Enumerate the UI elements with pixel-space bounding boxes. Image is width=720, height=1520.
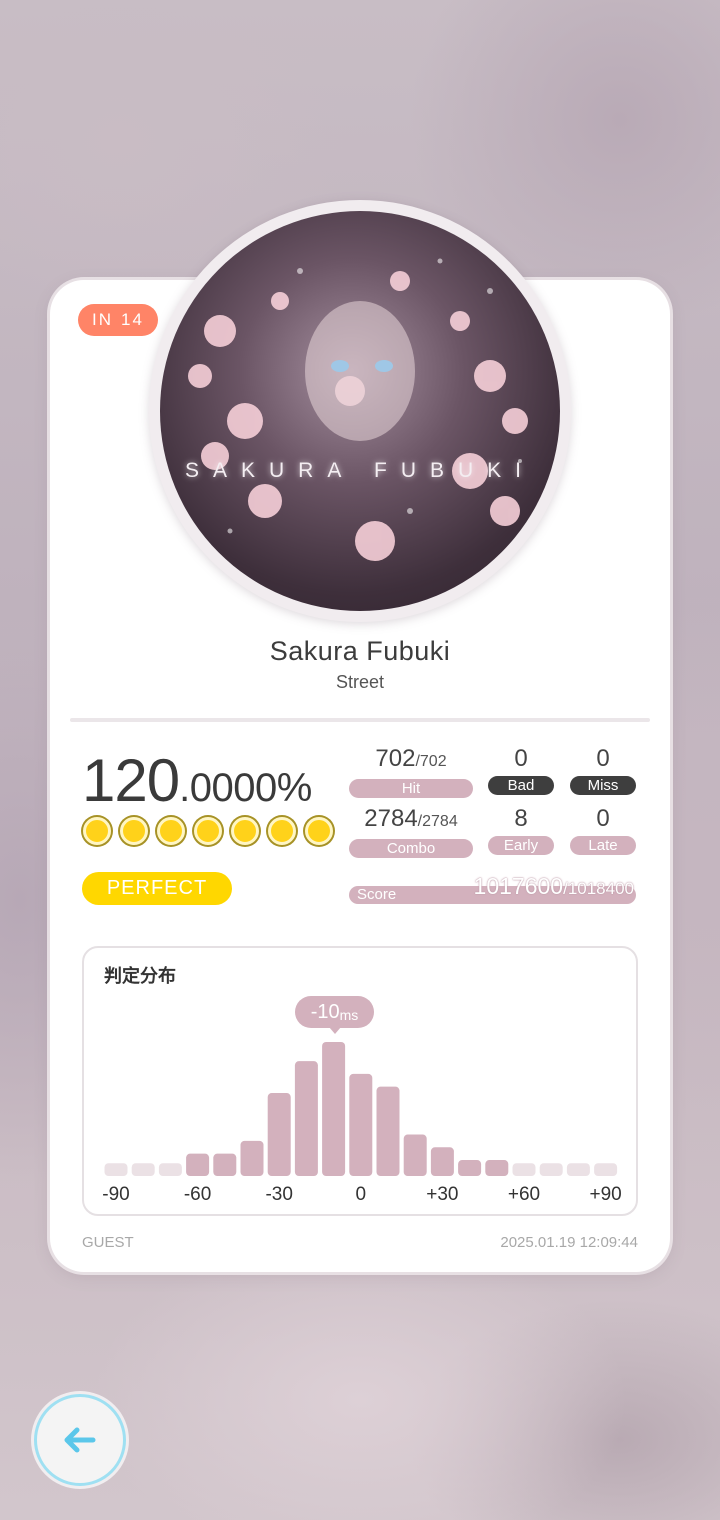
divider xyxy=(70,718,650,722)
x-tick-label: +60 xyxy=(507,1184,541,1205)
early-label: Early xyxy=(488,836,554,855)
arrow-left-icon xyxy=(64,1427,96,1453)
cover-illustration xyxy=(188,258,528,561)
hit-value: 702 xyxy=(375,745,416,772)
combo-total: /2784 xyxy=(417,813,458,830)
histogram-bar xyxy=(322,1042,346,1176)
grade-dot xyxy=(305,817,333,845)
score-max: /1018400 xyxy=(563,879,634,898)
stat-bad: 0 Bad xyxy=(488,745,554,795)
miss-label: Miss xyxy=(570,776,636,795)
hit-label: Hit xyxy=(349,779,473,798)
miss-value: 0 xyxy=(596,745,610,772)
hit-total: /702 xyxy=(415,753,447,770)
histogram-bar xyxy=(458,1160,482,1176)
cover-art-frame: SAKURA FUBUKI xyxy=(149,200,571,622)
player-name: GUEST xyxy=(82,1234,134,1251)
stat-early: 8 Early xyxy=(488,805,554,855)
histogram-bar xyxy=(376,1086,400,1176)
stat-hit: 702/702 Hit xyxy=(349,745,473,798)
late-label: Late xyxy=(570,836,636,855)
histogram-bar xyxy=(403,1134,427,1176)
combo-label: Combo xyxy=(349,839,473,858)
histogram-bar xyxy=(294,1061,318,1176)
grade-dot xyxy=(194,817,222,845)
histogram-bar xyxy=(349,1073,373,1176)
x-tick-label: -30 xyxy=(265,1184,293,1205)
stat-late: 0 Late xyxy=(570,805,636,855)
peak-offset-unit: ms xyxy=(339,1006,359,1023)
score-current: 1017600 xyxy=(473,873,564,899)
distribution-chart xyxy=(104,1042,618,1176)
histogram-bar xyxy=(539,1163,563,1176)
histogram-bar xyxy=(594,1163,618,1176)
grade-badge: PERFECT xyxy=(82,872,232,905)
grade-dots xyxy=(83,817,333,845)
stat-combo: 2784/2784 Combo xyxy=(349,805,473,858)
histogram-bar xyxy=(158,1163,182,1176)
histogram-bar xyxy=(240,1140,264,1176)
grade-dot xyxy=(120,817,148,845)
play-datetime: 2025.01.19 12:09:44 xyxy=(500,1234,638,1251)
early-value: 8 xyxy=(514,805,528,832)
x-tick-label: -60 xyxy=(183,1184,212,1205)
accuracy-integer: 120 xyxy=(82,747,180,814)
histogram-bar xyxy=(512,1163,536,1176)
accuracy-decimal: .0000% xyxy=(179,766,312,810)
late-value: 0 xyxy=(596,805,610,832)
histogram-bar xyxy=(267,1093,291,1176)
x-tick-label: +30 xyxy=(426,1184,459,1205)
difficulty-label: IN xyxy=(92,310,114,329)
histogram-bar xyxy=(566,1163,590,1176)
score-value: 1017600/1018400 xyxy=(474,873,634,900)
score-label: Score xyxy=(357,886,397,903)
accuracy-display: 120.0000% xyxy=(82,746,312,815)
histogram-bar xyxy=(186,1153,210,1176)
judgement-distribution-panel: 判定分布 -10 ms -90 -60 -30 0 +30 +60 +90 xyxy=(82,946,638,1216)
peak-offset-value: -10 xyxy=(310,1000,340,1023)
stat-miss: 0 Miss xyxy=(570,745,636,795)
cover-art: SAKURA FUBUKI xyxy=(160,211,560,611)
level-badge: IN 14 xyxy=(78,304,158,336)
histogram-bar xyxy=(430,1147,454,1176)
x-tick-label: +90 xyxy=(589,1184,622,1205)
histogram-bar xyxy=(104,1163,128,1176)
bad-label: Bad xyxy=(488,776,554,795)
song-title: Sakura Fubuki xyxy=(269,636,451,666)
back-button[interactable] xyxy=(34,1394,126,1486)
grade-dot xyxy=(157,817,185,845)
bad-value: 0 xyxy=(514,745,528,772)
combo-value: 2784 xyxy=(364,805,418,832)
x-tick-label: 0 xyxy=(355,1184,367,1205)
grade-dot xyxy=(83,817,111,845)
histogram-bar xyxy=(485,1160,509,1176)
histogram-bar xyxy=(213,1153,237,1176)
cover-title-text: SAKURA FUBUKI xyxy=(184,459,536,482)
grade-dot xyxy=(231,817,259,845)
grade-dot xyxy=(268,817,296,845)
peak-offset-tag: -10 ms xyxy=(295,996,374,1034)
histogram-bar xyxy=(131,1163,155,1176)
level-number: 14 xyxy=(121,310,144,329)
song-subtitle: Street xyxy=(335,672,385,692)
x-tick-label: -90 xyxy=(102,1184,130,1205)
